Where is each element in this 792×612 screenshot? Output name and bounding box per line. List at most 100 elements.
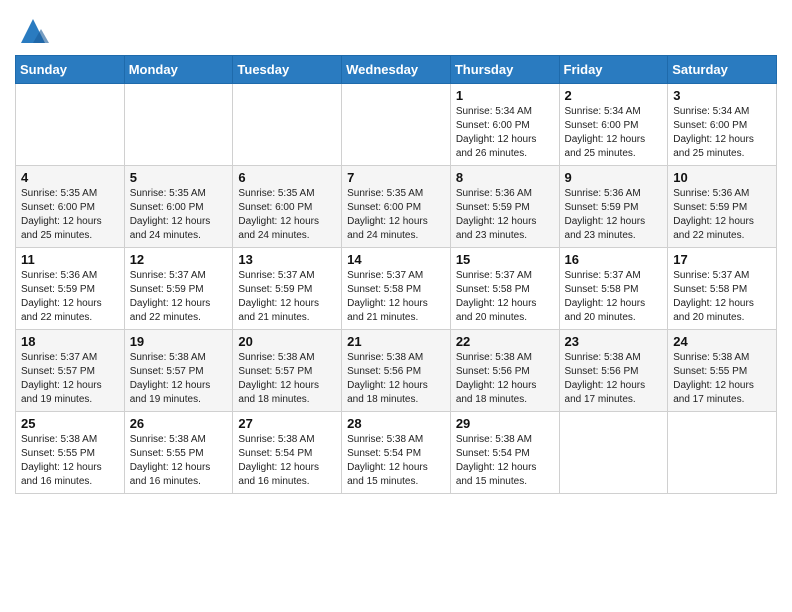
calendar-cell: 23 Sunrise: 5:38 AM Sunset: 5:56 PM Dayli…: [559, 330, 668, 412]
header-thursday: Thursday: [450, 56, 559, 84]
header-monday: Monday: [124, 56, 233, 84]
calendar-cell: [16, 84, 125, 166]
calendar-cell: 21 Sunrise: 5:38 AM Sunset: 5:56 PM Dayli…: [342, 330, 451, 412]
calendar-cell: 8 Sunrise: 5:36 AM Sunset: 5:59 PM Daylig…: [450, 166, 559, 248]
calendar-cell: 14 Sunrise: 5:37 AM Sunset: 5:58 PM Dayli…: [342, 248, 451, 330]
day-number: 15: [456, 252, 554, 267]
calendar-week-row: 1 Sunrise: 5:34 AM Sunset: 6:00 PM Daylig…: [16, 84, 777, 166]
calendar-cell: 19 Sunrise: 5:38 AM Sunset: 5:57 PM Dayli…: [124, 330, 233, 412]
day-info: Sunrise: 5:36 AM Sunset: 5:59 PM Dayligh…: [21, 269, 119, 325]
calendar-week-row: 18 Sunrise: 5:37 AM Sunset: 5:57 PM Dayli…: [16, 330, 777, 412]
day-number: 18: [21, 334, 119, 349]
day-number: 21: [347, 334, 445, 349]
calendar-cell: [124, 84, 233, 166]
day-info: Sunrise: 5:35 AM Sunset: 6:00 PM Dayligh…: [238, 187, 336, 243]
calendar-cell: 24 Sunrise: 5:38 AM Sunset: 5:55 PM Dayli…: [668, 330, 777, 412]
calendar-cell: 17 Sunrise: 5:37 AM Sunset: 5:58 PM Dayli…: [668, 248, 777, 330]
calendar-cell: 29 Sunrise: 5:38 AM Sunset: 5:54 PM Dayli…: [450, 412, 559, 494]
day-number: 17: [673, 252, 771, 267]
day-info: Sunrise: 5:38 AM Sunset: 5:57 PM Dayligh…: [130, 351, 228, 407]
header-tuesday: Tuesday: [233, 56, 342, 84]
day-info: Sunrise: 5:37 AM Sunset: 5:58 PM Dayligh…: [565, 269, 663, 325]
calendar-cell: 22Sunrise: 5:38 AM Sunset: 5:56 PM Dayli…: [450, 330, 559, 412]
day-info: Sunrise: 5:38 AM Sunset: 5:55 PM Dayligh…: [673, 351, 771, 407]
header-row: Sunday Monday Tuesday Wednesday Thursday…: [16, 56, 777, 84]
page-header: [15, 10, 777, 47]
day-number: 16: [565, 252, 663, 267]
day-number: 1: [456, 88, 554, 103]
day-number: 29: [456, 416, 554, 431]
calendar-cell: 5 Sunrise: 5:35 AM Sunset: 6:00 PM Daylig…: [124, 166, 233, 248]
day-number: 14: [347, 252, 445, 267]
calendar-cell: 4 Sunrise: 5:35 AM Sunset: 6:00 PM Daylig…: [16, 166, 125, 248]
calendar-week-row: 25 Sunrise: 5:38 AM Sunset: 5:55 PM Dayli…: [16, 412, 777, 494]
day-number: 9: [565, 170, 663, 185]
day-number: 24: [673, 334, 771, 349]
calendar-cell: 2Sunrise: 5:34 AM Sunset: 6:00 PM Daylig…: [559, 84, 668, 166]
day-info: Sunrise: 5:34 AM Sunset: 6:00 PM Dayligh…: [565, 105, 663, 161]
day-number: 23: [565, 334, 663, 349]
day-info: Sunrise: 5:38 AM Sunset: 5:56 PM Dayligh…: [347, 351, 445, 407]
day-number: 27: [238, 416, 336, 431]
day-info: Sunrise: 5:38 AM Sunset: 5:54 PM Dayligh…: [238, 433, 336, 489]
calendar-cell: 1 Sunrise: 5:34 AM Sunset: 6:00 PM Daylig…: [450, 84, 559, 166]
day-info: Sunrise: 5:37 AM Sunset: 5:58 PM Dayligh…: [673, 269, 771, 325]
day-info: Sunrise: 5:34 AM Sunset: 6:00 PM Dayligh…: [456, 105, 554, 161]
day-info: Sunrise: 5:36 AM Sunset: 5:59 PM Dayligh…: [673, 187, 771, 243]
day-info: Sunrise: 5:36 AM Sunset: 5:59 PM Dayligh…: [456, 187, 554, 243]
calendar-cell: 15 Sunrise: 5:37 AM Sunset: 5:58 PM Dayli…: [450, 248, 559, 330]
day-info: Sunrise: 5:35 AM Sunset: 6:00 PM Dayligh…: [347, 187, 445, 243]
day-info: Sunrise: 5:38 AM Sunset: 5:55 PM Dayligh…: [21, 433, 119, 489]
day-number: 8: [456, 170, 554, 185]
calendar-week-row: 11 Sunrise: 5:36 AM Sunset: 5:59 PM Dayli…: [16, 248, 777, 330]
day-number: 7: [347, 170, 445, 185]
header-wednesday: Wednesday: [342, 56, 451, 84]
day-number: 26: [130, 416, 228, 431]
day-number: 20: [238, 334, 336, 349]
day-info: Sunrise: 5:38 AM Sunset: 5:56 PM Dayligh…: [565, 351, 663, 407]
day-number: 12: [130, 252, 228, 267]
day-info: Sunrise: 5:36 AM Sunset: 5:59 PM Dayligh…: [565, 187, 663, 243]
calendar-cell: 25 Sunrise: 5:38 AM Sunset: 5:55 PM Dayli…: [16, 412, 125, 494]
day-info: Sunrise: 5:38 AM Sunset: 5:54 PM Dayligh…: [347, 433, 445, 489]
calendar-cell: [668, 412, 777, 494]
calendar-cell: [342, 84, 451, 166]
calendar-cell: 27 Sunrise: 5:38 AM Sunset: 5:54 PM Dayli…: [233, 412, 342, 494]
calendar-cell: 7 Sunrise: 5:35 AM Sunset: 6:00 PM Daylig…: [342, 166, 451, 248]
day-number: 4: [21, 170, 119, 185]
calendar-cell: 26Sunrise: 5:38 AM Sunset: 5:55 PM Dayli…: [124, 412, 233, 494]
day-number: 22: [456, 334, 554, 349]
calendar-cell: 3Sunrise: 5:34 AM Sunset: 6:00 PM Daylig…: [668, 84, 777, 166]
day-number: 6: [238, 170, 336, 185]
day-info: Sunrise: 5:37 AM Sunset: 5:58 PM Dayligh…: [456, 269, 554, 325]
header-friday: Friday: [559, 56, 668, 84]
calendar-cell: [559, 412, 668, 494]
calendar-cell: 12Sunrise: 5:37 AM Sunset: 5:59 PM Dayli…: [124, 248, 233, 330]
calendar-cell: 16 Sunrise: 5:37 AM Sunset: 5:58 PM Dayli…: [559, 248, 668, 330]
day-info: Sunrise: 5:37 AM Sunset: 5:58 PM Dayligh…: [347, 269, 445, 325]
calendar-cell: 9 Sunrise: 5:36 AM Sunset: 5:59 PM Daylig…: [559, 166, 668, 248]
calendar-cell: 20Sunrise: 5:38 AM Sunset: 5:57 PM Dayli…: [233, 330, 342, 412]
day-number: 13: [238, 252, 336, 267]
header-saturday: Saturday: [668, 56, 777, 84]
day-info: Sunrise: 5:35 AM Sunset: 6:00 PM Dayligh…: [21, 187, 119, 243]
day-number: 28: [347, 416, 445, 431]
header-sunday: Sunday: [16, 56, 125, 84]
calendar-table: Sunday Monday Tuesday Wednesday Thursday…: [15, 55, 777, 494]
day-number: 5: [130, 170, 228, 185]
day-number: 25: [21, 416, 119, 431]
day-info: Sunrise: 5:38 AM Sunset: 5:54 PM Dayligh…: [456, 433, 554, 489]
day-number: 11: [21, 252, 119, 267]
calendar-body: 1 Sunrise: 5:34 AM Sunset: 6:00 PM Daylig…: [16, 84, 777, 494]
logo-icon: [17, 15, 49, 47]
calendar-cell: [233, 84, 342, 166]
day-number: 10: [673, 170, 771, 185]
logo: [15, 15, 49, 47]
calendar-cell: 10 Sunrise: 5:36 AM Sunset: 5:59 PM Dayli…: [668, 166, 777, 248]
day-number: 19: [130, 334, 228, 349]
calendar-cell: 6 Sunrise: 5:35 AM Sunset: 6:00 PM Daylig…: [233, 166, 342, 248]
calendar-cell: 13Sunrise: 5:37 AM Sunset: 5:59 PM Dayli…: [233, 248, 342, 330]
calendar-header: Sunday Monday Tuesday Wednesday Thursday…: [16, 56, 777, 84]
day-info: Sunrise: 5:35 AM Sunset: 6:00 PM Dayligh…: [130, 187, 228, 243]
day-info: Sunrise: 5:37 AM Sunset: 5:57 PM Dayligh…: [21, 351, 119, 407]
